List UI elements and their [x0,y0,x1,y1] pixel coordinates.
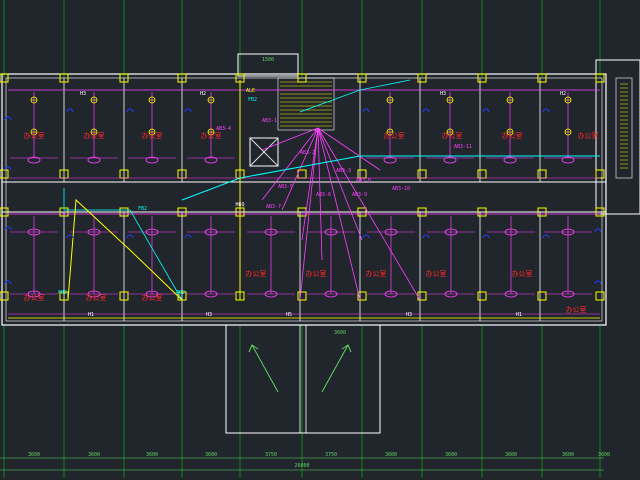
column [537,169,547,179]
room-label: 办公室 [142,293,163,302]
room-label: 办公室 [502,131,523,140]
socket-outlet [594,280,602,285]
room-label: 办公室 [578,131,599,140]
socket-outlet [66,108,74,113]
bay-dimension: 3600 [28,452,40,458]
circuit-label: H5 [286,312,292,318]
stair-treads [280,81,628,169]
top-dimension: 1500 [262,57,274,63]
room-label: 办公室 [142,131,163,140]
light-fixtures [27,96,575,298]
column [477,291,487,301]
socket-outlet [422,108,430,113]
cyan-tag: FB2 [138,206,147,212]
home-run [317,127,363,241]
room-label: 办公室 [201,131,222,140]
column [357,169,367,179]
room-label: 办公室 [86,293,107,302]
panel-tag: AB3-10 [392,186,410,192]
socket-outlet [126,234,134,239]
socket-outlet [482,108,490,113]
stair-tag: ALE [246,88,255,94]
panel-tag: AB3-6 [316,192,331,198]
bay-dimension: 3750 [325,452,337,458]
socket-outlet [542,234,550,239]
lighting-circuits [8,89,600,315]
room-label: 办公室 [84,131,105,140]
conduit-runs [63,79,600,301]
column [537,291,547,301]
bay-dimension: 3600 [562,452,574,458]
cyan-tag: FB2 [58,290,67,296]
room-label: 办公室 [24,293,45,302]
panel-tag: AB3-3 [336,168,351,174]
column [417,169,427,179]
socket-outlet [422,234,430,239]
column [477,169,487,179]
column [0,169,9,179]
socket-outlet [362,234,370,239]
bay-dimension: 3600 [505,452,517,458]
total-dimension: 26000 [294,463,309,469]
stair-dimension: 3600 [334,330,346,336]
text-labels: 1500 3600 26000 FB2 FB2 FB2 FB2 H6Q ALE … [24,57,611,469]
bay-dimension: 3600 [445,452,457,458]
home-run [317,127,381,171]
panel-tag: AB3-5 [278,184,293,190]
socket-outlet [126,108,134,113]
circuit-label: H3 [80,91,86,97]
circuit-label: H3 [406,312,412,318]
circuit-label: H1 [516,312,522,318]
socket-outlet [594,228,602,233]
room-label: 办公室 [566,305,587,314]
structural-columns [0,73,605,301]
column [595,169,605,179]
corridor-tag: H6Q [235,202,244,208]
circuit-label: H2 [560,91,566,97]
room-label: 办公室 [246,269,267,278]
panel-tag: AB3-4 [216,126,231,132]
panel-tag: AB3-9 [352,192,367,198]
bay-dimension: 3600 [385,452,397,458]
column [297,291,307,301]
cyan-tag: FB2 [176,290,185,296]
bay-dimension: 3600 [205,452,217,458]
room-label: 办公室 [426,269,447,278]
panel-tag: AB3-2 [300,150,315,156]
panel-tag: AB3-7 [266,204,281,210]
cyan-tag: FB2 [248,97,257,103]
column [0,291,9,301]
bay-dimension: 3750 [265,452,277,458]
room-label: 办公室 [384,131,405,140]
socket-outlet [362,108,370,113]
column [595,291,605,301]
panel-tag: AB3-11 [454,144,472,150]
bay-dimension: 3600 [88,452,100,458]
socket-outlet [542,108,550,113]
circuit-label: H3 [206,312,212,318]
socket-outlet [184,234,192,239]
room-label: 办公室 [306,269,327,278]
walls [1,53,640,434]
room-label: 办公室 [442,131,463,140]
home-run [301,127,319,241]
room-label: 办公室 [512,269,533,278]
bay-dimension: 3600 [598,452,610,458]
room-label: 办公室 [366,269,387,278]
circuit-label: H2 [200,91,206,97]
circuit-label: H1 [88,312,94,318]
panel-tag: AB3-1 [262,118,277,124]
socket-outlet [184,108,192,113]
circuit-label: H3 [440,91,446,97]
room-label: 办公室 [24,131,45,140]
socket-outlet [482,234,490,239]
bay-dimension: 3600 [146,452,158,458]
cad-floor-plan: 1500 3600 26000 FB2 FB2 FB2 FB2 H6Q ALE … [0,0,640,478]
socket-outlet [66,234,74,239]
panel-tag: AB3-8 [356,178,371,184]
